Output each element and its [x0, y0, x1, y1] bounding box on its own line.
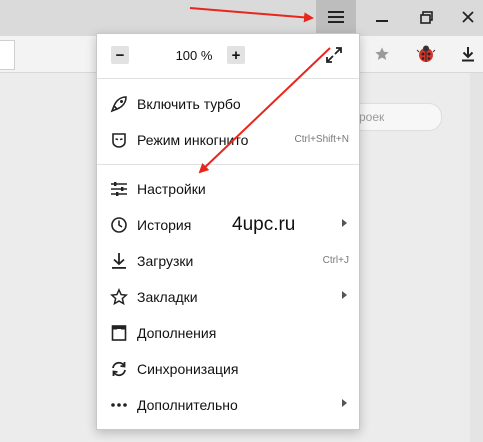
search-fragment-text: роек	[359, 110, 385, 124]
menu-item-label: Дополнительно	[137, 397, 238, 413]
incognito-icon	[109, 130, 129, 150]
settings-sliders-icon	[109, 179, 129, 199]
minimize-button[interactable]	[362, 0, 402, 34]
star-icon	[109, 287, 129, 307]
address-bar[interactable]	[0, 40, 15, 70]
zoom-level: 100 %	[175, 48, 213, 63]
close-button[interactable]	[448, 0, 483, 34]
shortcut-hint: Ctrl+Shift+N	[294, 134, 349, 145]
download-icon	[109, 251, 129, 271]
menu-item-extensions[interactable]: Дополнения	[97, 315, 359, 351]
fullscreen-icon	[326, 47, 342, 63]
rocket-icon	[109, 94, 129, 114]
menu-item-downloads[interactable]: Загрузки Ctrl+J	[97, 243, 359, 279]
sync-icon	[109, 359, 129, 379]
menu-item-more[interactable]: Дополнительно	[97, 387, 359, 423]
menu-separator	[97, 78, 359, 79]
submenu-arrow-icon	[342, 291, 347, 299]
menu-item-label: Режим инкогнито	[137, 132, 249, 148]
menu-item-settings[interactable]: Настройки	[97, 171, 359, 207]
download-icon	[462, 47, 474, 62]
shortcut-hint: Ctrl+J	[322, 255, 349, 266]
browser-main-menu: − 100 % + Включить турбо Режим инкогнито…	[96, 33, 360, 430]
menu-item-label: Дополнения	[137, 325, 217, 341]
menu-item-bookmarks[interactable]: Закладки	[97, 279, 359, 315]
menu-item-history[interactable]: История	[97, 207, 359, 243]
fullscreen-button[interactable]	[325, 46, 343, 64]
close-icon	[462, 11, 474, 23]
scrollbar[interactable]	[470, 73, 483, 442]
zoom-controls: − 100 % +	[97, 34, 359, 78]
star-icon	[375, 47, 389, 60]
menu-separator	[97, 164, 359, 165]
browser-menu-button[interactable]	[316, 0, 356, 34]
menu-item-incognito[interactable]: Режим инкогнито Ctrl+Shift+N	[97, 122, 359, 158]
submenu-arrow-icon	[342, 219, 347, 227]
menu-item-label: Настройки	[137, 181, 206, 197]
zoom-out-button[interactable]: −	[111, 46, 129, 64]
bookmark-star-button[interactable]	[370, 42, 394, 66]
menu-item-label: Включить турбо	[137, 96, 241, 112]
clock-icon	[109, 215, 129, 235]
menu-item-label: Синхронизация	[137, 361, 239, 377]
ladybug-icon	[416, 45, 436, 62]
extension-button[interactable]	[414, 42, 438, 66]
watermark-text: 4upc.ru	[232, 214, 296, 235]
more-dots-icon	[109, 395, 129, 415]
submenu-arrow-icon	[342, 399, 347, 407]
menu-item-sync[interactable]: Синхронизация	[97, 351, 359, 387]
menu-item-turbo[interactable]: Включить турбо	[97, 86, 359, 122]
menu-item-label: История	[137, 217, 192, 233]
restore-icon	[419, 10, 433, 24]
minimize-icon	[376, 20, 388, 22]
menu-item-label: Загрузки	[137, 253, 194, 269]
downloads-button[interactable]	[456, 42, 480, 66]
restore-button[interactable]	[406, 0, 446, 34]
menu-item-label: Закладки	[137, 289, 198, 305]
hamburger-icon	[328, 11, 344, 23]
extensions-icon	[109, 323, 129, 343]
zoom-in-button[interactable]: +	[227, 46, 245, 64]
